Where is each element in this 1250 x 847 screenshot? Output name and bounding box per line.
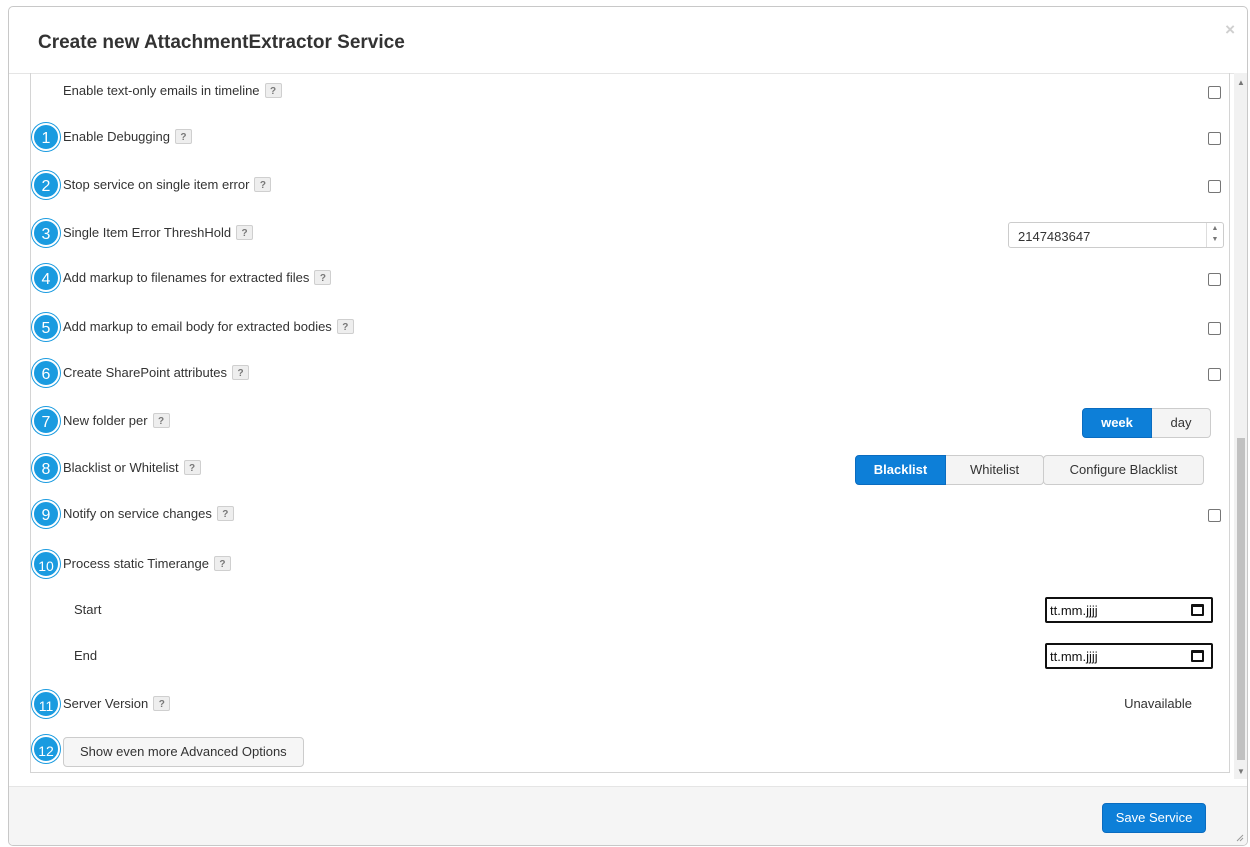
help-icon[interactable]: ? [153,696,171,711]
step-badge: 9 [32,500,60,528]
dialog-title: Create new AttachmentExtractor Service [38,32,405,53]
start-date-label: Start [74,602,102,617]
debugging-checkbox[interactable] [1208,132,1221,145]
scroll-thumb[interactable] [1237,438,1245,760]
number-spinner[interactable]: ▲ ▼ [1206,223,1223,247]
create-service-dialog: Create new AttachmentExtractor Service ×… [8,6,1248,846]
whitelist-button[interactable]: Whitelist [946,455,1044,485]
server-version-value: Unavailable [1124,696,1192,711]
row-start-date: Start tt.mm.jjjj [31,596,1229,626]
dialog-footer: Save Service [9,786,1247,845]
step-badge: 1 [32,123,60,151]
row-new-folder-per: New folder per? week day [31,407,1229,438]
row-text-only-emails: Enable text-only emails in timeline? [31,77,1229,107]
day-button[interactable]: day [1152,408,1211,438]
markup-filenames-label: Add markup to filenames for extracted fi… [63,270,332,285]
help-icon[interactable]: ? [174,129,192,144]
blacklist-button[interactable]: Blacklist [855,455,946,485]
help-icon[interactable]: ? [232,365,250,380]
error-threshold-label: Single Item Error ThreshHold? [63,225,254,240]
stop-on-error-label: Stop service on single item error? [63,177,272,192]
help-icon[interactable]: ? [236,225,254,240]
static-timerange-label: Process static Timerange? [63,556,231,571]
notify-changes-label: Notify on service changes? [63,506,234,521]
new-folder-per-label: New folder per? [63,413,170,428]
calendar-icon[interactable] [1191,650,1204,662]
step-badge: 2 [32,171,60,199]
markup-filenames-checkbox[interactable] [1208,273,1221,286]
notify-changes-checkbox[interactable] [1208,509,1221,522]
row-end-date: End tt.mm.jjjj [31,642,1229,672]
help-icon[interactable]: ? [314,270,332,285]
advanced-options-panel: Enable text-only emails in timeline? Ena… [30,73,1230,773]
save-service-button[interactable]: Save Service [1102,803,1206,833]
server-version-label: Server Version? [63,696,171,711]
row-markup-body: Add markup to email body for extracted b… [31,313,1229,343]
error-threshold-value: 2147483647 [1018,229,1091,244]
row-notify-changes: Notify on service changes? [31,500,1229,530]
help-icon[interactable]: ? [264,83,282,98]
end-date-placeholder: tt.mm.jjjj [1050,649,1098,664]
row-markup-filenames: Add markup to filenames for extracted fi… [31,264,1229,294]
row-sharepoint-attributes: Create SharePoint attributes? [31,359,1229,389]
scroll-down-arrow-icon[interactable]: ▼ [1234,765,1247,779]
list-mode-toggle: Blacklist Whitelist [855,455,1044,485]
help-icon[interactable]: ? [216,506,234,521]
calendar-icon[interactable] [1191,604,1204,616]
markup-body-label: Add markup to email body for extracted b… [63,319,354,334]
close-icon[interactable]: × [1225,21,1235,38]
step-badge: 5 [32,313,60,341]
start-date-input[interactable]: tt.mm.jjjj [1045,597,1213,623]
start-date-placeholder: tt.mm.jjjj [1050,603,1098,618]
step-badge: 11 [32,690,60,718]
sharepoint-attributes-label: Create SharePoint attributes? [63,365,250,380]
dialog-body[interactable]: Enable text-only emails in timeline? Ena… [9,73,1247,786]
stop-on-error-checkbox[interactable] [1208,180,1221,193]
help-icon[interactable]: ? [183,460,201,475]
row-debugging: Enable Debugging? [31,123,1229,153]
text-only-emails-checkbox[interactable] [1208,86,1221,99]
resize-grip-icon[interactable] [1236,834,1244,842]
spinner-up-icon[interactable]: ▲ [1207,225,1223,232]
row-server-version: Server Version? Unavailable [31,690,1229,720]
configure-blacklist-button[interactable]: Configure Blacklist [1043,455,1204,485]
help-icon[interactable]: ? [213,556,231,571]
end-date-input[interactable]: tt.mm.jjjj [1045,643,1213,669]
week-button[interactable]: week [1082,408,1152,438]
new-folder-toggle: week day [1082,408,1211,438]
step-badge: 12 [32,735,60,763]
step-badge: 10 [32,550,60,578]
debugging-label: Enable Debugging? [63,129,192,144]
markup-body-checkbox[interactable] [1208,322,1221,335]
error-threshold-input[interactable]: 2147483647 ▲ ▼ [1008,222,1224,248]
help-icon[interactable]: ? [152,413,170,428]
step-badge: 8 [32,454,60,482]
dialog-header: Create new AttachmentExtractor Service × [9,7,1247,74]
end-date-label: End [74,648,98,663]
row-more-options: Show even more Advanced Options [31,735,1229,767]
step-badge: 7 [32,407,60,435]
row-error-threshold: Single Item Error ThreshHold? 2147483647… [31,219,1229,249]
row-static-timerange: Process static Timerange? [31,550,1229,580]
step-badge: 6 [32,359,60,387]
sharepoint-attributes-checkbox[interactable] [1208,368,1221,381]
configure-group: Configure Blacklist [1043,455,1204,485]
more-options-button[interactable]: Show even more Advanced Options [63,737,304,767]
row-list-mode: Blacklist or Whitelist? Blacklist Whitel… [31,454,1229,485]
help-icon[interactable]: ? [254,177,272,192]
list-mode-label: Blacklist or Whitelist? [63,460,201,475]
help-icon[interactable]: ? [336,319,354,334]
row-stop-on-error: Stop service on single item error? [31,171,1229,201]
body-scrollbar[interactable]: ▲ ▼ [1234,73,1247,779]
scroll-up-arrow-icon[interactable]: ▲ [1234,76,1247,90]
text-only-emails-label: Enable text-only emails in timeline? [63,83,282,98]
step-badge: 3 [32,219,60,247]
spinner-down-icon[interactable]: ▼ [1207,236,1223,243]
step-badge: 4 [32,264,60,292]
